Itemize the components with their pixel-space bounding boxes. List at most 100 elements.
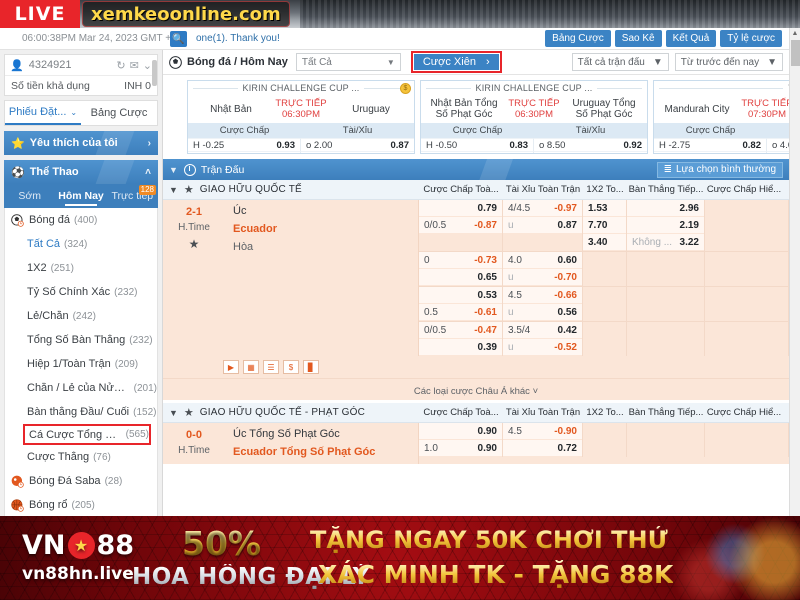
league-header[interactable]: ▼ ★ GIAO HỮU QUỐC TẾ Cược Chấp Toà... Tà…	[163, 180, 789, 200]
odds-cell[interactable]: u -0.70	[503, 269, 582, 286]
highlight-card[interactable]: KIRIN CHALLENGE CUP ... Nhật Bản Tổng Số…	[420, 80, 648, 154]
play-icon[interactable]: ▶	[223, 360, 239, 374]
odds-cell[interactable]: 3.40	[583, 234, 626, 251]
sidebar-item-bong-da-saba[interactable]: Bóng Đá Saba (28)	[5, 469, 157, 493]
odds-cell[interactable]: 0.79	[419, 200, 502, 217]
other-asian-markets-toggle[interactable]: Các loại cược Châu Á khác ˅	[414, 386, 538, 397]
odds-cell[interactable]: A +2.75 0.98	[654, 151, 767, 153]
odds-cell[interactable]: A +0.25 0.99	[188, 151, 301, 153]
sidebar-submarket-tong-so-ban-thang[interactable]: Tổng Số Bàn Thắng (232)	[5, 328, 157, 352]
odds-cell[interactable]: 7.70	[583, 217, 626, 234]
odds-cell[interactable]: 1.0 0.90	[419, 440, 502, 457]
odds-cell[interactable]: H -2.75 0.82	[654, 138, 767, 151]
odds-cell[interactable]: o 4.0	[767, 138, 789, 151]
pitch-icon[interactable]: ▦	[243, 360, 259, 374]
sidebar-item-favorites[interactable]: ⭐ Yêu thích của tôi ›	[4, 131, 158, 155]
overunder-value: 0.72	[557, 442, 577, 454]
header-button-sao-ke[interactable]: Sao Kê	[614, 30, 662, 47]
sidebar: 👤 4324921 ↻ ✉ ⌄ Số tiền khả dụng INH 0 P…	[0, 50, 163, 516]
tab-bang-cuoc[interactable]: Bảng Cược	[81, 101, 157, 125]
odds-cell[interactable]: 0.39	[419, 339, 502, 356]
odds-cell[interactable]: 0 -0.73	[419, 252, 502, 269]
star-icon: ⭐	[11, 137, 25, 150]
market-filter-select[interactable]: Tất Cả ▼	[295, 53, 401, 71]
odds-cell[interactable]: 3.5/4 0.42	[503, 322, 582, 339]
odds-cell[interactable]: u 2.00 -0.97	[301, 151, 414, 153]
odds-cell[interactable]: 4/4.5 -0.97	[503, 200, 582, 217]
odds-cell[interactable]: o 8.50 0.92	[534, 138, 647, 151]
odds-cell[interactable]: 0/0.5 -0.47	[419, 322, 502, 339]
filter-all-matches[interactable]: Tất cả trận đấu ▼	[571, 53, 669, 71]
sidebar-submarket-1x2[interactable]: 1X2 (251)	[5, 256, 157, 280]
stats-list-icon[interactable]: ☰	[263, 360, 279, 374]
mail-icon[interactable]: ✉	[130, 59, 139, 72]
tab-phieu-dat[interactable]: Phiếu Đặt... ⌄	[5, 101, 81, 125]
handicap-column: 0.53 0.5 -0.61	[419, 287, 503, 321]
odds-cell[interactable]: A +0.50 -0.99	[421, 151, 534, 153]
sidebar-submarket-hiep-1-toan-tran[interactable]: Hiệp 1/Toàn Trận (209)	[5, 352, 157, 376]
sidebar-submarket-tat-ca[interactable]: Tất Cả (324)	[5, 232, 157, 256]
search-icon[interactable]: 🔍	[170, 31, 187, 47]
header-button-bang-cuoc[interactable]: Bảng Cược	[545, 30, 611, 47]
header-button-ket-qua[interactable]: Kết Quả	[665, 30, 717, 47]
star-icon[interactable]: ★	[184, 183, 194, 196]
page-scrollbar[interactable]: ▲	[789, 28, 800, 516]
odds-cell[interactable]: 0/0.5 -0.87	[419, 217, 502, 234]
odds-cell-empty	[705, 234, 788, 251]
chevron-down-icon[interactable]: ▼	[169, 408, 178, 418]
star-icon[interactable]: ★	[184, 406, 194, 419]
odds-cell[interactable]: 4.5 -0.90	[503, 423, 582, 440]
chevron-down-icon[interactable]: ▼	[169, 165, 178, 175]
odds-cell[interactable]: H -0.50 0.83	[421, 138, 534, 151]
promo-url[interactable]: vn88hn.live	[22, 564, 134, 584]
highlight-card[interactable]: KIRIN CHALLENGE CUP ... $ Nhật Bản TRỰC …	[187, 80, 415, 154]
odds-cell[interactable]: u 0.56	[503, 304, 582, 321]
scrollbar-thumb[interactable]	[791, 40, 800, 66]
league-header[interactable]: ▼ ★ GIAO HỮU QUỐC TẾ - PHẠT GÓC Cược Chấ…	[163, 403, 789, 423]
cashout-icon[interactable]: $	[283, 360, 299, 374]
sidebar-item-bong-ro[interactable]: Bóng rổ (205)	[5, 493, 157, 516]
odds-cell[interactable]: 4.0 0.60	[503, 252, 582, 269]
star-icon[interactable]: ★	[163, 237, 225, 251]
refresh-icon[interactable]: ↻	[116, 59, 125, 72]
sidebar-item-sports[interactable]: ⚽ Thể Thao ˄	[4, 160, 158, 184]
odds-cell[interactable]: u 0.87	[503, 217, 582, 234]
odds-cell[interactable]: u -0.52	[503, 339, 582, 356]
odds-cell[interactable]: 0.5 -0.61	[419, 304, 502, 321]
odds-cell[interactable]: 2.96	[627, 200, 704, 217]
tab-hom-nay[interactable]: Hôm Nay	[55, 184, 106, 208]
sidebar-submarket-le-chan[interactable]: Lẻ/Chẵn (242)	[5, 304, 157, 328]
odds-cell[interactable]: 2.19	[627, 217, 704, 234]
filter-time-range[interactable]: Từ trước đến nay ▼	[674, 53, 783, 71]
odds-cell[interactable]: o 2.00 0.87	[301, 138, 414, 151]
chevron-down-icon[interactable]: ▼	[169, 185, 178, 195]
odds-cell[interactable]: 0.65	[419, 269, 502, 286]
sidebar-submarket-ban-thang-dau-cuoi[interactable]: Bàn thắng Đầu/ Cuối (152)	[5, 400, 157, 424]
odds-cell[interactable]: 0.72	[503, 440, 582, 457]
sidebar-submarket-ca-cuoc-tong-hop[interactable]: Cá Cược Tổng Hợp (565)	[23, 424, 151, 445]
odds-cell[interactable]: u 4.0	[767, 151, 789, 153]
odds-cell[interactable]: Không ... 3.22	[627, 234, 704, 251]
odds-cell[interactable]: u 8.50 0.90	[534, 151, 647, 153]
odds-cell[interactable]: 0.53	[419, 287, 502, 304]
odds-cell[interactable]: 0.90	[419, 423, 502, 440]
sidebar-item-bong-da[interactable]: Bóng đá (400)	[5, 208, 157, 232]
tab-truc-tiep[interactable]: Trực tiếp 128	[107, 184, 158, 208]
sidebar-submarket-chan-le-nua-tran[interactable]: Chẵn / Lẻ của Nửa trận/... (201)	[5, 376, 157, 400]
parlay-button[interactable]: Cược Xiên ›	[413, 54, 499, 70]
header-button-ty-le-cuoc[interactable]: Tỷ lệ cược	[720, 30, 782, 47]
promo-banner[interactable]: VN ★ 88 vn88hn.live 50% HOA HỒNG ĐẠI LÝ …	[0, 516, 800, 600]
highlight-card[interactable]: WESTERN AUSTRAL Mandurah City TRỰC TIẾP …	[653, 80, 789, 154]
odds-cell[interactable]: 4.5 -0.66	[503, 287, 582, 304]
sidebar-scrollbar-thumb[interactable]	[152, 60, 157, 86]
odds-cell[interactable]: H -0.25 0.93	[188, 138, 301, 151]
sidebar-submarket-hiep-1-toan-tran-label: Hiệp 1/Toàn Trận	[27, 358, 111, 370]
sidebar-submarket-cuoc-thang[interactable]: Cược Thắng (76)	[5, 445, 157, 469]
chart-icon[interactable]: ▊	[303, 360, 319, 374]
tab-som[interactable]: Sớm	[4, 184, 55, 208]
scroll-up-arrow-icon[interactable]: ▲	[790, 28, 800, 39]
chevron-down-icon[interactable]: ⌄	[143, 59, 152, 72]
odds-cell[interactable]: 1.53	[583, 200, 626, 217]
view-mode-select[interactable]: ≣ Lựa chọn bình thường	[656, 161, 783, 178]
sidebar-submarket-ty-so-chinh-xac[interactable]: Tỷ Số Chính Xác (232)	[5, 280, 157, 304]
